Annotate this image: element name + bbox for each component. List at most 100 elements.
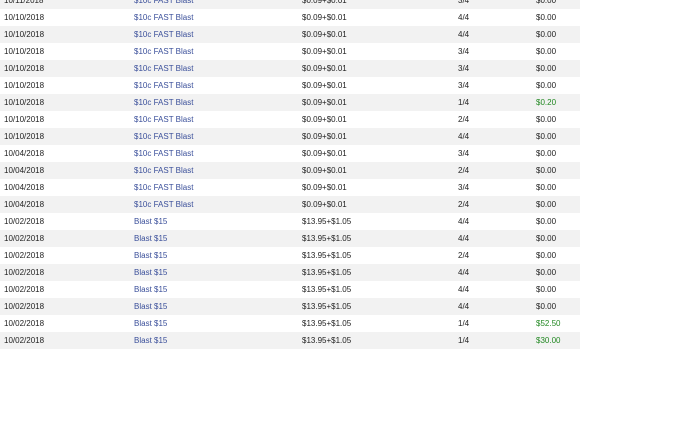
winnings-cell: $30.00 xyxy=(536,336,561,345)
place-cell: 4/4 xyxy=(458,30,470,39)
buyin-cell: $13.95+$1.05 xyxy=(302,285,352,294)
winnings-cell: $0.00 xyxy=(536,217,557,226)
winnings-cell: $0.00 xyxy=(536,0,557,5)
place-cell: 3/4 xyxy=(458,149,470,158)
tournament-link[interactable]: $10c FAST Blast xyxy=(134,0,193,5)
date-cell: 10/02/2018 xyxy=(4,251,45,260)
buyin-cell: $0.09+$0.01 xyxy=(302,47,347,56)
tournament-link[interactable]: Blast $15 xyxy=(134,285,167,294)
tournament-link[interactable]: $10c FAST Blast xyxy=(134,149,193,158)
tournament-link[interactable]: $10c FAST Blast xyxy=(134,166,193,175)
table-row: 10/04/2018 $10c FAST Blast $0.09+$0.01 3/4 $… xyxy=(0,179,580,196)
table-row: 10/02/2018 Blast $15 $13.95+$1.05 4/4 $0.00 xyxy=(0,298,580,315)
winnings-cell: $0.00 xyxy=(536,13,557,22)
table-row: 10/02/2018 Blast $15 $13.95+$1.05 4/4 $0.00 xyxy=(0,264,580,281)
date-cell: 10/02/2018 xyxy=(4,268,45,277)
tournament-link[interactable]: Blast $15 xyxy=(134,302,167,311)
buyin-cell: $0.09+$0.01 xyxy=(302,183,347,192)
winnings-cell: $0.00 xyxy=(536,183,557,192)
winnings-cell: $0.00 xyxy=(536,285,557,294)
table-row: 10/02/2018 Blast $15 $13.95+$1.05 4/4 $0.00 xyxy=(0,213,580,230)
tournament-link[interactable]: Blast $15 xyxy=(134,217,167,226)
tournament-link[interactable]: $10c FAST Blast xyxy=(134,64,193,73)
table-row: 10/10/2018 $10c FAST Blast $0.09+$0.01 4/4 $… xyxy=(0,26,580,43)
place-cell: 4/4 xyxy=(458,302,470,311)
tournament-link[interactable]: $10c FAST Blast xyxy=(134,13,193,22)
table-row: 10/02/2018 Blast $15 $13.95+$1.05 4/4 $0.00 xyxy=(0,281,580,298)
buyin-cell: $0.09+$0.01 xyxy=(302,13,347,22)
buyin-cell: $13.95+$1.05 xyxy=(302,217,352,226)
table-row: 10/02/2018 Blast $15 $13.95+$1.05 1/4 $30.00 xyxy=(0,332,580,349)
buyin-cell: $13.95+$1.05 xyxy=(302,251,352,260)
place-cell: 4/4 xyxy=(458,13,470,22)
tournament-link[interactable]: $10c FAST Blast xyxy=(134,47,193,56)
winnings-cell: $0.00 xyxy=(536,234,557,243)
winnings-cell: $0.00 xyxy=(536,64,557,73)
date-cell: 10/04/2018 xyxy=(4,166,45,175)
date-cell: 10/10/2018 xyxy=(4,115,45,124)
winnings-cell: $0.00 xyxy=(536,149,557,158)
table-row: 10/04/2018 $10c FAST Blast $0.09+$0.01 2/4 $… xyxy=(0,162,580,179)
place-cell: 4/4 xyxy=(458,234,470,243)
date-cell: 10/11/2018 xyxy=(4,0,44,5)
place-cell: 4/4 xyxy=(458,268,470,277)
date-cell: 10/02/2018 xyxy=(4,319,45,328)
buyin-cell: $0.09+$0.01 xyxy=(302,98,347,107)
buyin-cell: $0.09+$0.01 xyxy=(302,200,347,209)
tournament-link[interactable]: Blast $15 xyxy=(134,268,167,277)
date-cell: 10/04/2018 xyxy=(4,200,45,209)
place-cell: 2/4 xyxy=(458,200,470,209)
winnings-cell: $0.00 xyxy=(536,81,557,90)
date-cell: 10/10/2018 xyxy=(4,47,45,56)
date-cell: 10/10/2018 xyxy=(4,30,45,39)
date-cell: 10/04/2018 xyxy=(4,183,45,192)
place-cell: 2/4 xyxy=(458,115,470,124)
winnings-cell: $0.00 xyxy=(536,30,557,39)
buyin-cell: $13.95+$1.05 xyxy=(302,319,352,328)
winnings-cell: $0.20 xyxy=(536,98,557,107)
table-row: 10/02/2018 Blast $15 $13.95+$1.05 2/4 $0.00 xyxy=(0,247,580,264)
tournament-link[interactable]: $10c FAST Blast xyxy=(134,200,193,209)
table-row: 10/10/2018 $10c FAST Blast $0.09+$0.01 3/4 $… xyxy=(0,60,580,77)
buyin-cell: $13.95+$1.05 xyxy=(302,302,352,311)
buyin-cell: $0.09+$0.01 xyxy=(302,132,347,141)
date-cell: 10/10/2018 xyxy=(4,13,45,22)
winnings-cell: $0.00 xyxy=(536,132,557,141)
winnings-cell: $52.50 xyxy=(536,319,561,328)
winnings-cell: $0.00 xyxy=(536,166,557,175)
place-cell: 1/4 xyxy=(458,98,470,107)
buyin-cell: $0.09+$0.01 xyxy=(302,64,347,73)
tournament-link[interactable]: Blast $15 xyxy=(134,336,167,345)
tournament-link[interactable]: $10c FAST Blast xyxy=(134,30,193,39)
place-cell: 3/4 xyxy=(458,81,470,90)
tournament-link[interactable]: Blast $15 xyxy=(134,251,167,260)
buyin-cell: $0.09+$0.01 xyxy=(302,166,347,175)
winnings-cell: $0.00 xyxy=(536,200,557,209)
place-cell: 3/4 xyxy=(458,47,470,56)
buyin-cell: $0.09+$0.01 xyxy=(302,149,347,158)
buyin-cell: $13.95+$1.05 xyxy=(302,268,352,277)
date-cell: 10/02/2018 xyxy=(4,302,45,311)
date-cell: 10/10/2018 xyxy=(4,98,45,107)
table-row: 10/11/2018 $10c FAST Blast $0.09+$0.01 3/4 $… xyxy=(0,0,580,9)
table-row: 10/10/2018 $10c FAST Blast $0.09+$0.01 1/4 $… xyxy=(0,94,580,111)
winnings-cell: $0.00 xyxy=(536,251,557,260)
winnings-cell: $0.00 xyxy=(536,115,557,124)
winnings-cell: $0.00 xyxy=(536,47,557,56)
date-cell: 10/02/2018 xyxy=(4,336,45,345)
place-cell: 2/4 xyxy=(458,251,470,260)
date-cell: 10/10/2018 xyxy=(4,64,45,73)
tournament-link[interactable]: $10c FAST Blast xyxy=(134,132,193,141)
tournament-link[interactable]: $10c FAST Blast xyxy=(134,98,193,107)
tournament-link[interactable]: Blast $15 xyxy=(134,234,167,243)
tournament-link[interactable]: Blast $15 xyxy=(134,319,167,328)
table-row: 10/10/2018 $10c FAST Blast $0.09+$0.01 4/4 $… xyxy=(0,9,580,26)
table-row: 10/10/2018 $10c FAST Blast $0.09+$0.01 2/4 $… xyxy=(0,111,580,128)
winnings-cell: $0.00 xyxy=(536,268,557,277)
tournament-link[interactable]: $10c FAST Blast xyxy=(134,115,193,124)
place-cell: 3/4 xyxy=(458,64,470,73)
tournament-link[interactable]: $10c FAST Blast xyxy=(134,81,193,90)
tournament-link[interactable]: $10c FAST Blast xyxy=(134,183,193,192)
place-cell: 4/4 xyxy=(458,217,470,226)
buyin-cell: $0.09+$0.01 xyxy=(302,0,347,5)
